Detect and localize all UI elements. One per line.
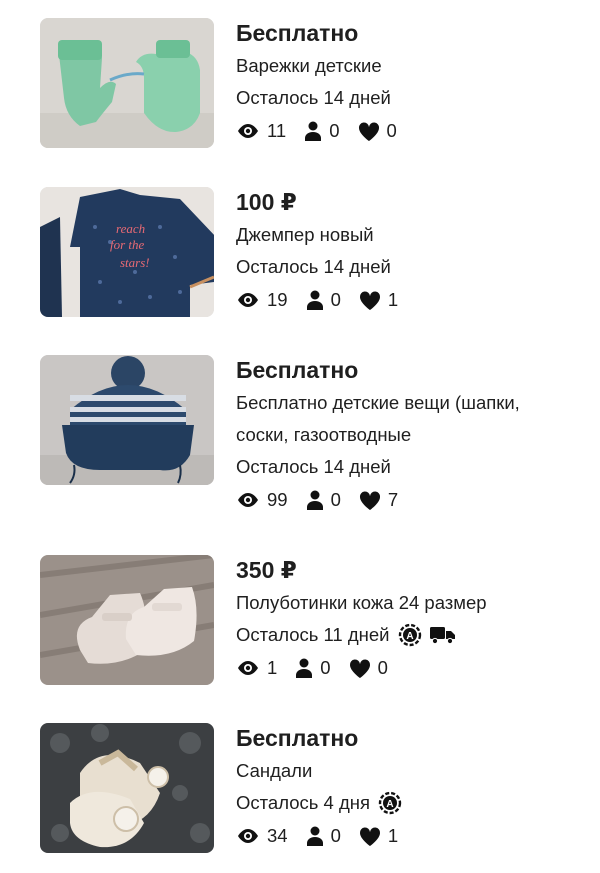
item-title[interactable]: Бесплатно детские вещи (шапки, соски, га…: [236, 387, 585, 451]
mittens-photo: [40, 18, 214, 148]
time-left-text: Осталось 11 дней: [236, 624, 390, 645]
heart-icon: [359, 290, 380, 310]
shoes-photo: [40, 555, 214, 685]
favorites-count: 7: [387, 489, 399, 510]
item-info: Бесплатно Сандали Осталось 4 дня A 34 0: [236, 723, 585, 853]
jumper-photo: reach for the stars!: [40, 187, 214, 317]
eye-icon: [238, 293, 258, 307]
contacts-stat: 0: [304, 114, 340, 148]
item-price: Бесплатно: [236, 20, 359, 46]
contacts-stat: 0: [306, 483, 341, 517]
person-icon: [306, 290, 323, 310]
views-stat: 1: [236, 651, 277, 685]
item-info: Бесплатно Варежки детские Осталось 14 дн…: [236, 18, 585, 148]
person-icon: [296, 658, 313, 678]
item-info: 100 ₽ Джемпер новый Осталось 14 дней 19 …: [236, 187, 585, 317]
contacts-stat: 0: [306, 819, 341, 853]
item-info: Бесплатно Бесплатно детские вещи (шапки,…: [236, 355, 585, 517]
item-photo[interactable]: reach for the stars!: [40, 187, 214, 317]
eye-icon: [238, 661, 258, 675]
item-time-left: Осталось 14 дней: [236, 251, 585, 283]
item-photo[interactable]: [40, 18, 214, 148]
item-stats: 34 0 1: [236, 819, 585, 853]
time-left-text: Осталось 4 дня: [236, 792, 370, 813]
time-left-text: Осталось 14 дней: [236, 87, 391, 108]
svg-text:reach: reach: [116, 221, 145, 236]
item-title[interactable]: Сандали: [236, 755, 585, 787]
favorites-stat: 0: [358, 114, 397, 148]
item-time-left: Осталось 14 дней: [236, 82, 585, 114]
heart-icon: [349, 658, 370, 678]
item-price: 100 ₽: [236, 189, 297, 215]
time-left-text: Осталось 14 дней: [236, 456, 391, 477]
item-info: 350 ₽ Полуботинки кожа 24 размер Осталос…: [236, 555, 585, 685]
auto-renew-icon: A: [398, 623, 422, 647]
svg-text:A: A: [386, 799, 393, 810]
auto-renew-icon: A: [378, 791, 402, 815]
item-photo[interactable]: [40, 555, 214, 685]
item-title[interactable]: Варежки детские: [236, 50, 585, 82]
favorites-stat: 7: [359, 483, 398, 517]
person-icon: [305, 121, 322, 141]
contacts-stat: 0: [306, 283, 341, 317]
eye-icon: [238, 829, 258, 843]
contacts-count: 0: [320, 657, 331, 678]
contacts-count: 0: [330, 489, 341, 510]
item-photo[interactable]: [40, 355, 214, 485]
sandals-photo: [40, 723, 214, 853]
item-title[interactable]: Полуботинки кожа 24 размер: [236, 587, 585, 619]
views-stat: 19: [236, 283, 288, 317]
eye-icon: [238, 124, 258, 138]
item-price: 350 ₽: [236, 557, 297, 583]
favorites-count: 1: [387, 289, 399, 310]
person-icon: [306, 490, 323, 510]
views-count: 11: [267, 120, 287, 141]
contacts-count: 0: [330, 289, 341, 310]
svg-text:A: A: [406, 631, 413, 642]
item-stats: 1 0 0: [236, 651, 585, 685]
views-stat: 99: [236, 483, 288, 517]
delivery-truck-icon: [429, 626, 456, 644]
item-title-line: Бесплатно детские вещи (шапки,: [236, 392, 520, 413]
favorites-stat: 1: [359, 819, 398, 853]
time-left-text: Осталось 14 дней: [236, 256, 391, 277]
views-count: 19: [267, 289, 288, 310]
contacts-count: 0: [330, 825, 341, 846]
item-photo[interactable]: [40, 723, 214, 853]
item-title-line: соски, газоотводные: [236, 424, 412, 445]
contacts-count: 0: [329, 120, 340, 141]
favorites-count: 0: [377, 657, 388, 678]
item-time-left: Осталось 4 дня A: [236, 787, 585, 819]
svg-text:stars!: stars!: [120, 255, 150, 270]
contacts-stat: 0: [295, 651, 331, 685]
item-title[interactable]: Джемпер новый: [236, 219, 585, 251]
item-time-left: Осталось 14 дней: [236, 451, 585, 483]
person-icon: [306, 826, 323, 846]
hat-photo: [40, 355, 214, 485]
views-stat: 11: [236, 114, 286, 148]
item-price: Бесплатно: [236, 725, 359, 751]
heart-icon: [358, 121, 379, 141]
listing-list: Бесплатно Варежки детские Осталось 14 дн…: [0, 0, 600, 873]
eye-icon: [238, 493, 258, 507]
item-stats: 11 0 0: [236, 114, 585, 148]
favorites-stat: 1: [359, 283, 398, 317]
item-price: Бесплатно: [236, 357, 359, 383]
favorites-count: 1: [387, 825, 399, 846]
views-count: 34: [267, 825, 288, 846]
heart-icon: [359, 490, 380, 510]
item-stats: 19 0 1: [236, 283, 585, 317]
item-time-left: Осталось 11 дней A: [236, 619, 585, 651]
views-stat: 34: [236, 819, 288, 853]
favorites-count: 0: [386, 120, 397, 141]
views-count: 1: [267, 657, 278, 678]
favorites-stat: 0: [349, 651, 388, 685]
views-count: 99: [267, 489, 288, 510]
svg-text:for the: for the: [110, 237, 145, 252]
item-stats: 99 0 7: [236, 483, 585, 517]
heart-icon: [359, 826, 380, 846]
